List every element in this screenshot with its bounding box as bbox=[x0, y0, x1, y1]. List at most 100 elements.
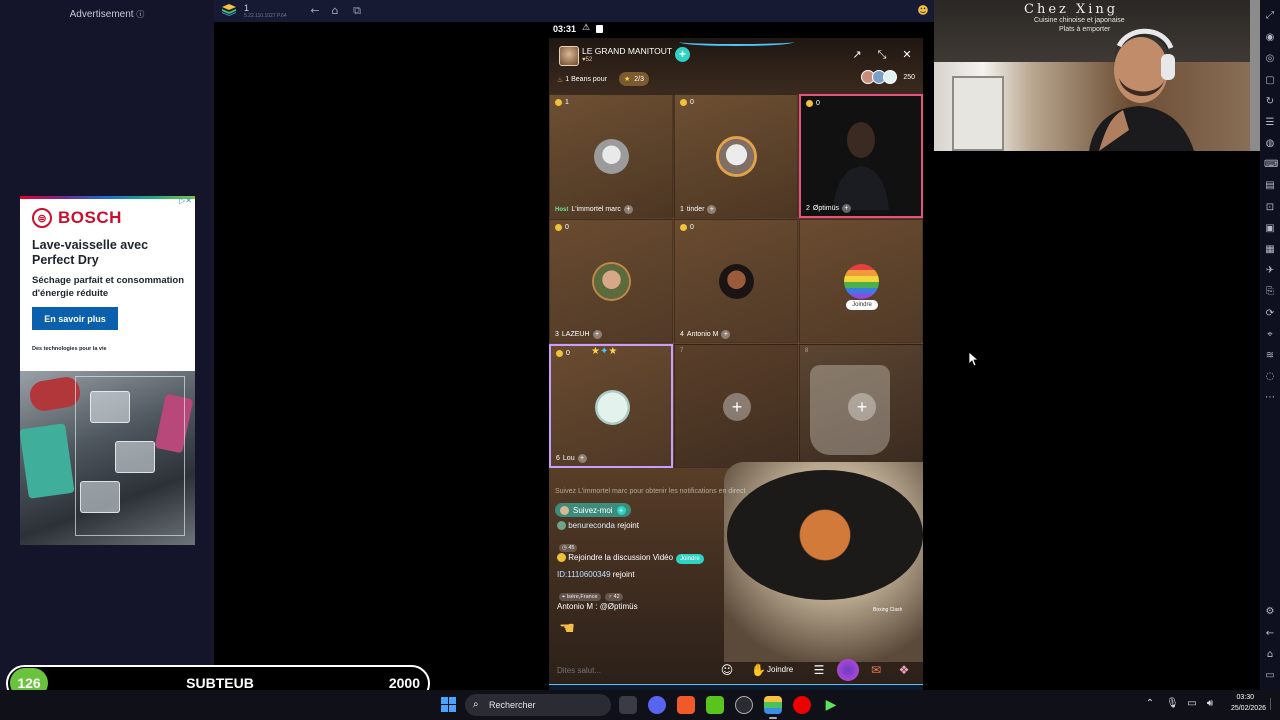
seat-6[interactable]: 0 ★✦★ 6 Lou + bbox=[549, 344, 673, 468]
chat-message[interactable]: benureconda rejoint bbox=[557, 521, 639, 531]
settings-icon[interactable]: ⚙ bbox=[1264, 606, 1276, 618]
copy-icon[interactable]: ⧉ bbox=[351, 5, 363, 17]
gift-icon[interactable]: ❖ bbox=[897, 663, 911, 677]
empty-seat-plus-icon[interactable]: + bbox=[848, 393, 876, 421]
sidebar-icon-3[interactable]: ▢ bbox=[1264, 75, 1276, 87]
more-icon[interactable]: ⋯ bbox=[1264, 392, 1276, 404]
expand-icon[interactable]: ⤢ bbox=[1264, 10, 1276, 22]
discord-icon[interactable] bbox=[648, 696, 666, 714]
add-friend-icon[interactable]: + bbox=[623, 205, 633, 214]
chat-input[interactable] bbox=[557, 660, 707, 680]
taskbar-search[interactable]: ⌕ Rechercher bbox=[465, 694, 611, 716]
seat-7-empty[interactable]: 7 + bbox=[674, 344, 798, 468]
apk-icon[interactable]: ▤ bbox=[1264, 180, 1276, 192]
display-icon[interactable]: ▭ bbox=[1186, 698, 1198, 710]
chat-user[interactable]: benureconda bbox=[568, 521, 615, 530]
seat-1[interactable]: 0 1 tinder + bbox=[674, 94, 798, 218]
media-icon[interactable]: ▦ bbox=[1264, 244, 1276, 256]
hand-icon[interactable]: ✋ bbox=[751, 663, 766, 677]
seat-3[interactable]: 0 3 LAZEUH + bbox=[549, 219, 673, 343]
viewer-avatar[interactable] bbox=[883, 70, 898, 84]
viewer-list[interactable]: 250 bbox=[861, 70, 915, 84]
ad-card[interactable]: ▷✕ ⊜ BOSCH Lave-vaisselle avec Perfect D… bbox=[20, 196, 195, 545]
sidebar-icon-4[interactable]: ↻ bbox=[1264, 96, 1276, 108]
seat-join-button[interactable]: Joindre bbox=[846, 300, 878, 310]
sidebar-icon-5[interactable]: ☰ bbox=[1264, 117, 1276, 129]
play-app-icon[interactable]: ▶ bbox=[822, 696, 840, 714]
rank-badge[interactable]: ★ 2/3 bbox=[619, 72, 650, 86]
host-avatar[interactable] bbox=[559, 46, 579, 66]
mic-icon[interactable]: 🎙︎ bbox=[1166, 698, 1179, 710]
beans-info[interactable]: ♨ 1 Beans pour bbox=[557, 73, 607, 86]
share-icon[interactable]: ↗ bbox=[851, 49, 863, 61]
home-icon[interactable]: ⌂ bbox=[329, 5, 341, 17]
keyboard-icon[interactable]: ⌨ bbox=[1264, 159, 1278, 171]
seat-avatar[interactable] bbox=[719, 139, 754, 174]
sidebar-icon-2[interactable]: ◎ bbox=[1264, 53, 1276, 65]
sidebar-icon-1[interactable]: ◉ bbox=[1264, 32, 1276, 44]
game-icon[interactable] bbox=[837, 659, 859, 681]
emoji-face-icon[interactable]: ☻ bbox=[917, 5, 929, 17]
sidebar-back-icon[interactable]: ← bbox=[1264, 628, 1276, 640]
join-video-button[interactable]: Joindre bbox=[676, 554, 704, 564]
add-friend-icon[interactable]: + bbox=[841, 204, 851, 213]
minimize-icon[interactable]: ⤡ bbox=[876, 49, 888, 61]
follow-room-button[interactable]: + bbox=[675, 47, 690, 62]
add-friend-icon[interactable]: + bbox=[577, 454, 587, 463]
boxing-clash-widget[interactable]: Boxing Clash bbox=[873, 607, 902, 613]
chat-user[interactable]: ID:1110600349 bbox=[557, 570, 611, 579]
join-button[interactable]: Joindre bbox=[767, 665, 793, 674]
seat-number: 3 bbox=[555, 331, 559, 338]
seat-avatar[interactable] bbox=[595, 390, 630, 425]
bluestacks-icon[interactable] bbox=[764, 696, 782, 714]
chat-message[interactable]: Antonio M : @Øptimüs bbox=[557, 602, 638, 611]
ad-close-icon[interactable]: ▷✕ bbox=[176, 196, 195, 205]
seat-4[interactable]: 0 4 Antonio M + bbox=[674, 219, 798, 343]
clock-date[interactable]: 25/02/2026 bbox=[1231, 705, 1266, 712]
info-icon[interactable]: ⓘ bbox=[136, 10, 144, 19]
volume-icon[interactable]: 🔊︎ bbox=[1204, 698, 1216, 710]
eco-icon[interactable]: ◌ bbox=[1264, 371, 1276, 383]
ad-cta-button[interactable]: En savoir plus bbox=[32, 307, 118, 330]
add-friend-icon[interactable]: + bbox=[721, 330, 731, 339]
tray-chevron-icon[interactable]: ⌃ bbox=[1144, 698, 1156, 710]
add-friend-icon[interactable]: + bbox=[707, 205, 717, 214]
record-icon[interactable]: ▣ bbox=[1264, 223, 1276, 235]
chat-message[interactable]: ID:1110600349 rejoint bbox=[557, 570, 635, 579]
screenshot-icon[interactable]: ⊡ bbox=[1264, 202, 1276, 214]
back-icon[interactable]: ← bbox=[309, 5, 321, 17]
chat-message[interactable]: Rejoindre la discussion Vidéo Joindre bbox=[557, 553, 704, 564]
gift-box-icon[interactable]: ✉ bbox=[869, 663, 883, 677]
airplane-icon[interactable]: ✈ bbox=[1264, 265, 1276, 277]
seat-5-join[interactable]: Joindre bbox=[799, 219, 923, 343]
emoji-icon[interactable]: ☺ bbox=[720, 663, 734, 677]
seat-host[interactable]: 1 Host L'immortel marc + bbox=[549, 94, 673, 218]
layers-icon[interactable]: ≋ bbox=[1264, 350, 1276, 362]
rainbow-avatar[interactable] bbox=[844, 264, 879, 299]
brave-icon[interactable] bbox=[677, 696, 695, 714]
app-clock-icon[interactable] bbox=[735, 696, 753, 714]
seat-2[interactable]: 0 2 Øptimüs + bbox=[799, 94, 923, 218]
close-icon[interactable]: ✕ bbox=[901, 49, 913, 61]
app-green-icon[interactable] bbox=[706, 696, 724, 714]
rotate-icon[interactable]: ⟳ bbox=[1264, 308, 1276, 320]
seat-avatar[interactable] bbox=[594, 264, 629, 299]
empty-seat-plus-icon[interactable]: + bbox=[723, 393, 751, 421]
clock-time[interactable]: 03:30 bbox=[1236, 694, 1254, 701]
files-icon[interactable]: ⎘ bbox=[1264, 286, 1276, 298]
location-icon[interactable]: ⌖ bbox=[1264, 329, 1276, 341]
seat-8-empty[interactable]: 8 + bbox=[799, 344, 923, 468]
photo-rack bbox=[75, 376, 185, 536]
add-friend-icon[interactable]: + bbox=[592, 330, 602, 339]
follow-button[interactable]: Suivez-moi + bbox=[555, 503, 631, 517]
seat-avatar[interactable] bbox=[719, 264, 754, 299]
sidebar-recent-icon[interactable]: ▭ bbox=[1264, 670, 1276, 682]
menu-icon[interactable]: ☰ bbox=[812, 663, 826, 677]
show-desktop-button[interactable] bbox=[1270, 698, 1276, 710]
seat-avatar[interactable] bbox=[594, 139, 629, 174]
sidebar-icon-6[interactable]: ◍ bbox=[1264, 138, 1276, 150]
task-view-icon[interactable] bbox=[619, 696, 637, 714]
media-player-icon[interactable] bbox=[793, 696, 811, 714]
windows-start-icon[interactable] bbox=[441, 697, 456, 712]
sidebar-home-icon[interactable]: ⌂ bbox=[1264, 649, 1276, 661]
